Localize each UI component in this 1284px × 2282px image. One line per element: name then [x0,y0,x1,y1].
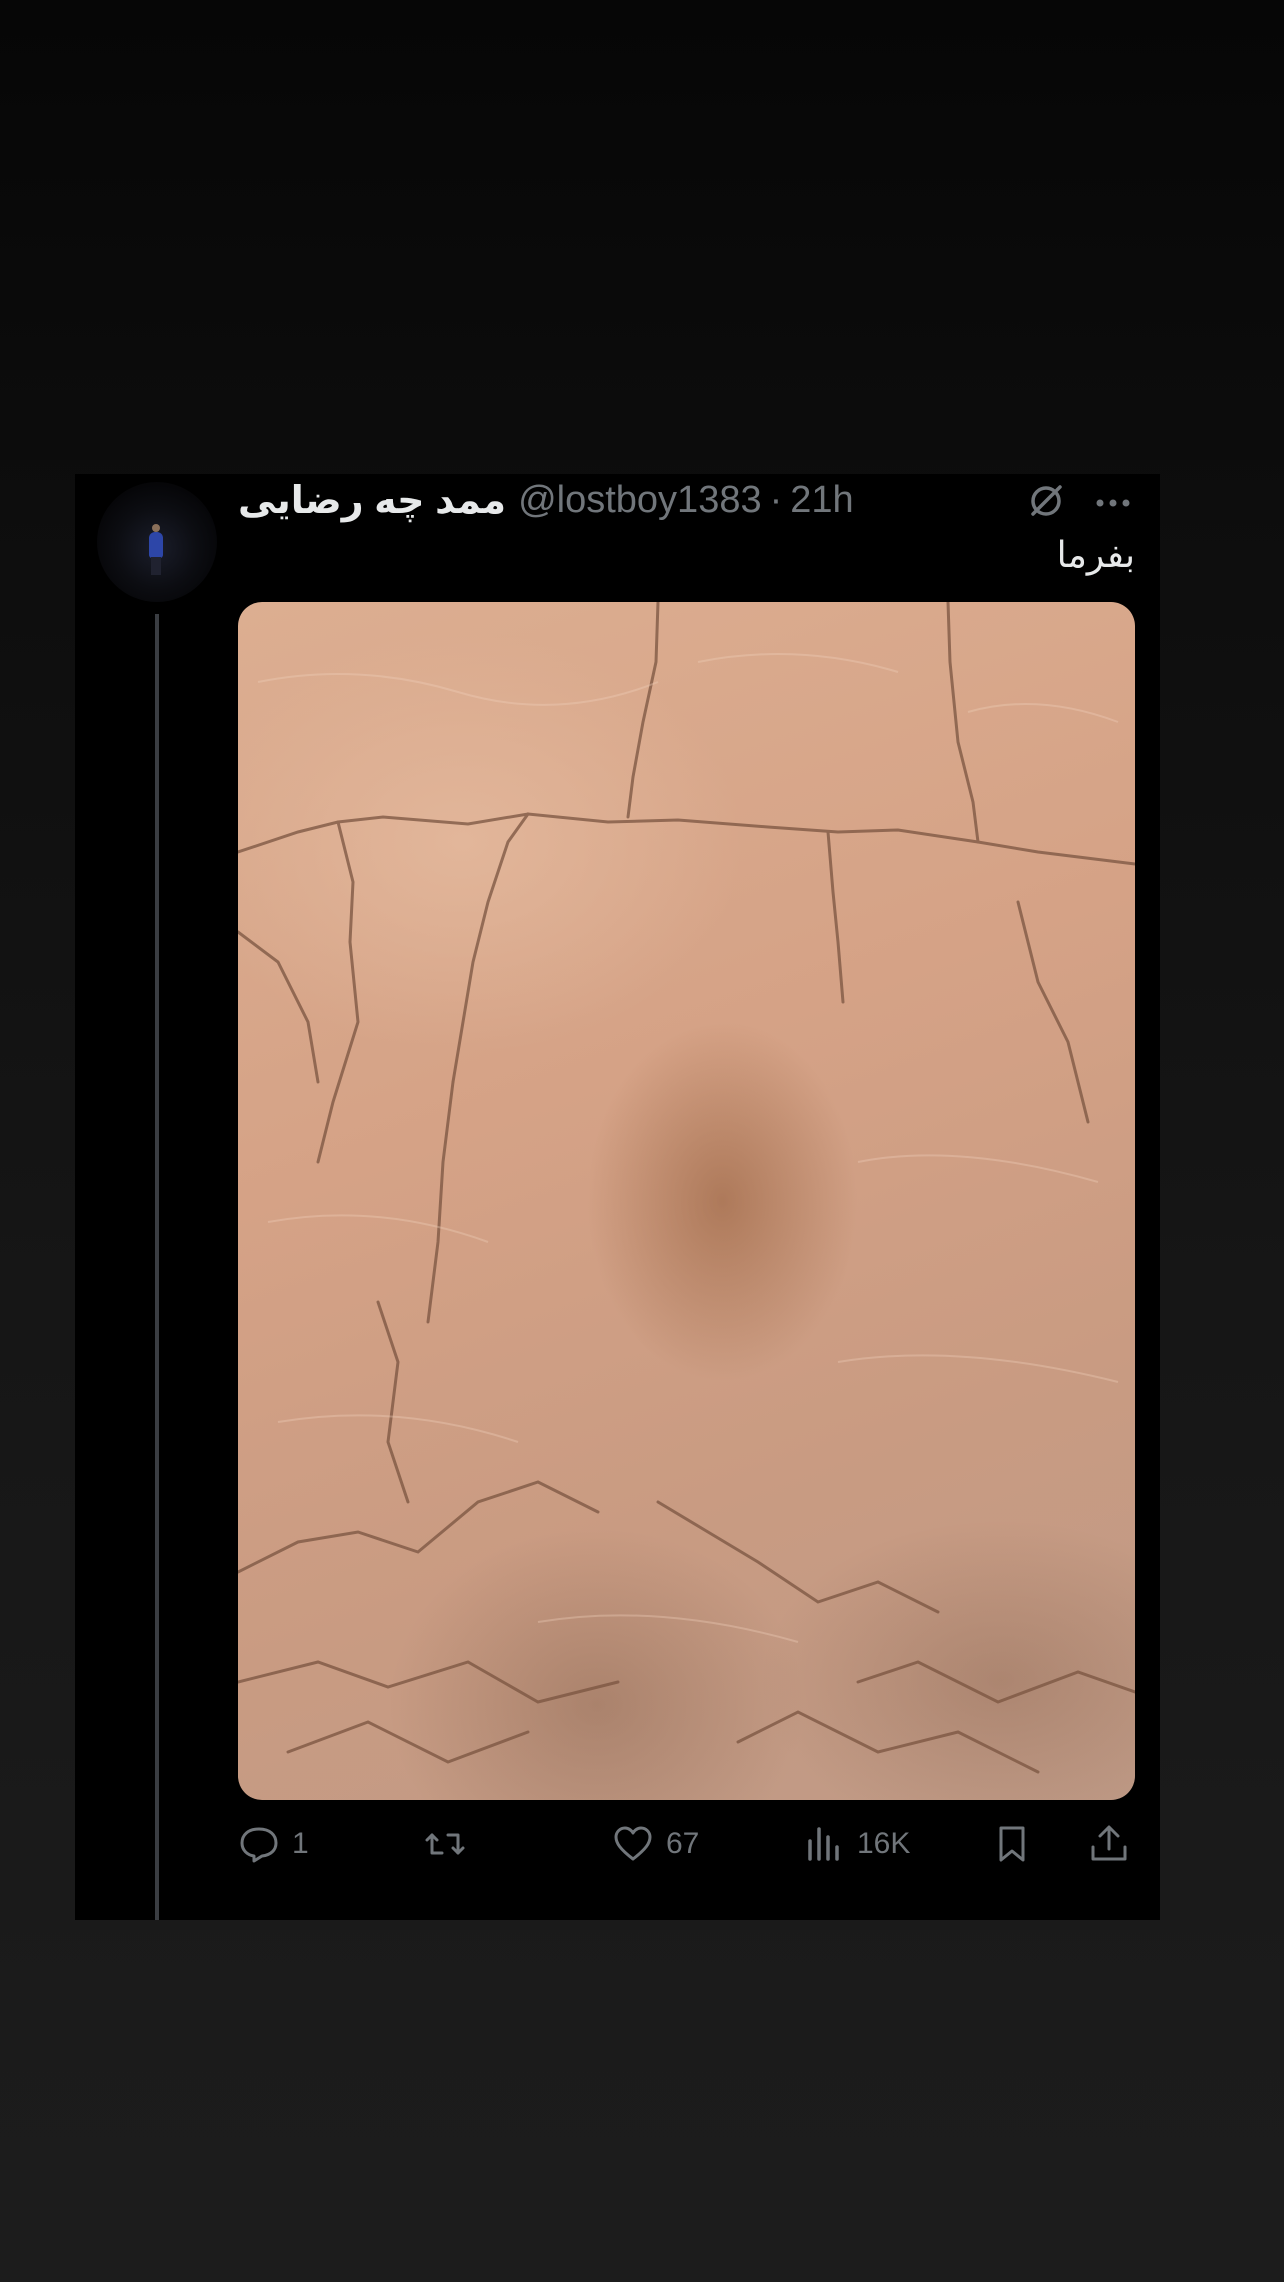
thread-line [155,614,159,1920]
views-icon [808,1827,839,1861]
tweet-text: بفرما [1056,534,1135,575]
like-button[interactable]: 67 [612,1819,699,1869]
separator-dot: · [769,478,783,521]
tweet-card[interactable]: ممد چه رضایی @lostboy1383 · 21h بفرما 1 … [75,474,1160,1920]
avatar-figure-legs [151,557,161,575]
timestamp[interactable]: 21h [790,479,853,522]
reply-count: 1 [292,1827,309,1860]
tweet-header: ممد چه رضایی @lostboy1383 · 21h [238,474,1138,526]
grok-icon[interactable] [1025,480,1067,522]
tweet-media-image[interactable] [238,602,1135,1800]
retweet-button[interactable] [424,1819,478,1869]
avatar-figure-head [152,524,160,532]
handle[interactable]: @lostboy1383 [518,479,762,522]
views-count: 16K [857,1827,911,1860]
like-count: 67 [666,1827,700,1860]
reply-icon [240,1827,278,1863]
more-icon[interactable] [1092,482,1134,524]
bookmark-icon [999,1826,1025,1862]
reply-button[interactable]: 1 [238,1819,309,1869]
retweet-icon [425,1833,465,1855]
like-icon [614,1826,652,1861]
avatar[interactable] [97,482,217,602]
wall-texture-cracks [238,602,1135,1774]
avatar-figure-body [149,532,163,558]
tweet-actions: 1 67 16K [238,1819,1135,1869]
share-button[interactable] [1088,1819,1130,1869]
share-icon [1091,1825,1127,1861]
views-button[interactable]: 16K [803,1819,910,1869]
bookmark-button[interactable] [991,1819,1033,1869]
display-name[interactable]: ممد چه رضایی [238,478,506,523]
